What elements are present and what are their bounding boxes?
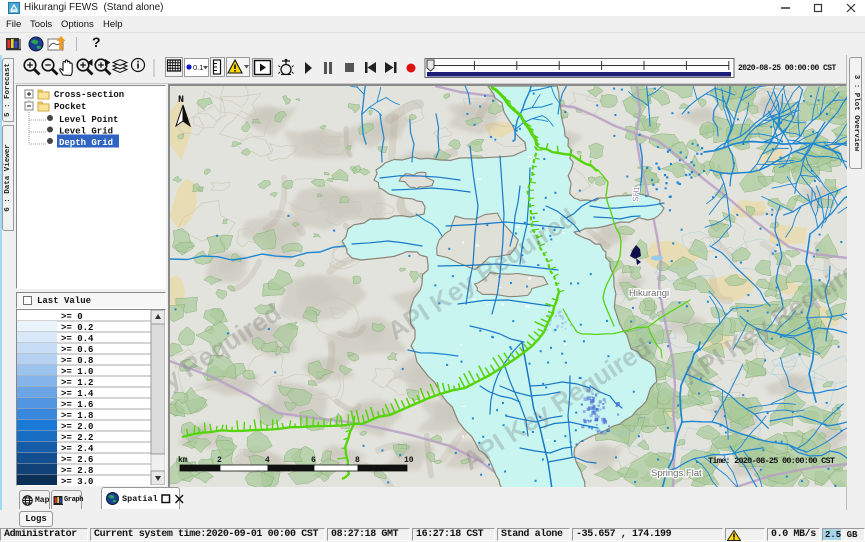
svg-text:Level Point: Level Point [59, 115, 118, 125]
svg-text:8: 8 [355, 456, 360, 465]
svg-text:>= 2.8: >= 2.8 [61, 466, 93, 476]
svg-text:>= 1.0: >= 1.0 [61, 367, 93, 377]
svg-text:>= 1.2: >= 1.2 [61, 378, 93, 388]
svg-text:10: 10 [404, 456, 414, 465]
svg-text:>= 1.8: >= 1.8 [61, 411, 93, 421]
svg-text:>= 3.0: >= 3.0 [61, 477, 93, 485]
svg-text:>= 2.6: >= 2.6 [61, 455, 93, 465]
svg-text:Hikurangi: Hikurangi [629, 288, 669, 299]
svg-text:Depth Grid: Depth Grid [59, 138, 113, 148]
svg-text:SH1: SH1 [631, 185, 641, 202]
svg-text:4: 4 [265, 456, 270, 465]
svg-text:2: 2 [217, 456, 222, 465]
svg-text:>= 2.0: >= 2.0 [61, 422, 93, 432]
svg-text:km: km [178, 456, 188, 465]
svg-text:Cross-section: Cross-section [54, 90, 124, 100]
svg-text:>= 0.8: >= 0.8 [61, 356, 93, 366]
svg-text:>= 1.4: >= 1.4 [61, 389, 94, 399]
svg-text:Pocket: Pocket [54, 102, 86, 112]
svg-text:Time: 2020-08-25 00:00:00 CST: Time: 2020-08-25 00:00:00 CST [708, 456, 835, 466]
svg-text:0.1: 0.1 [193, 63, 203, 72]
svg-text:6: 6 [311, 456, 316, 465]
svg-text:>= 0.4: >= 0.4 [61, 334, 94, 344]
svg-text:N: N [178, 95, 184, 106]
svg-text:>= 2.2: >= 2.2 [61, 433, 93, 443]
svg-text:Springs Flat: Springs Flat [651, 468, 702, 479]
svg-text:>= 0: >= 0 [61, 312, 83, 322]
svg-text:>= 1.6: >= 1.6 [61, 400, 93, 410]
svg-text:>= 0.2: >= 0.2 [61, 323, 93, 333]
svg-text:>= 0.6: >= 0.6 [61, 345, 93, 355]
svg-text:>= 2.4: >= 2.4 [61, 444, 94, 454]
